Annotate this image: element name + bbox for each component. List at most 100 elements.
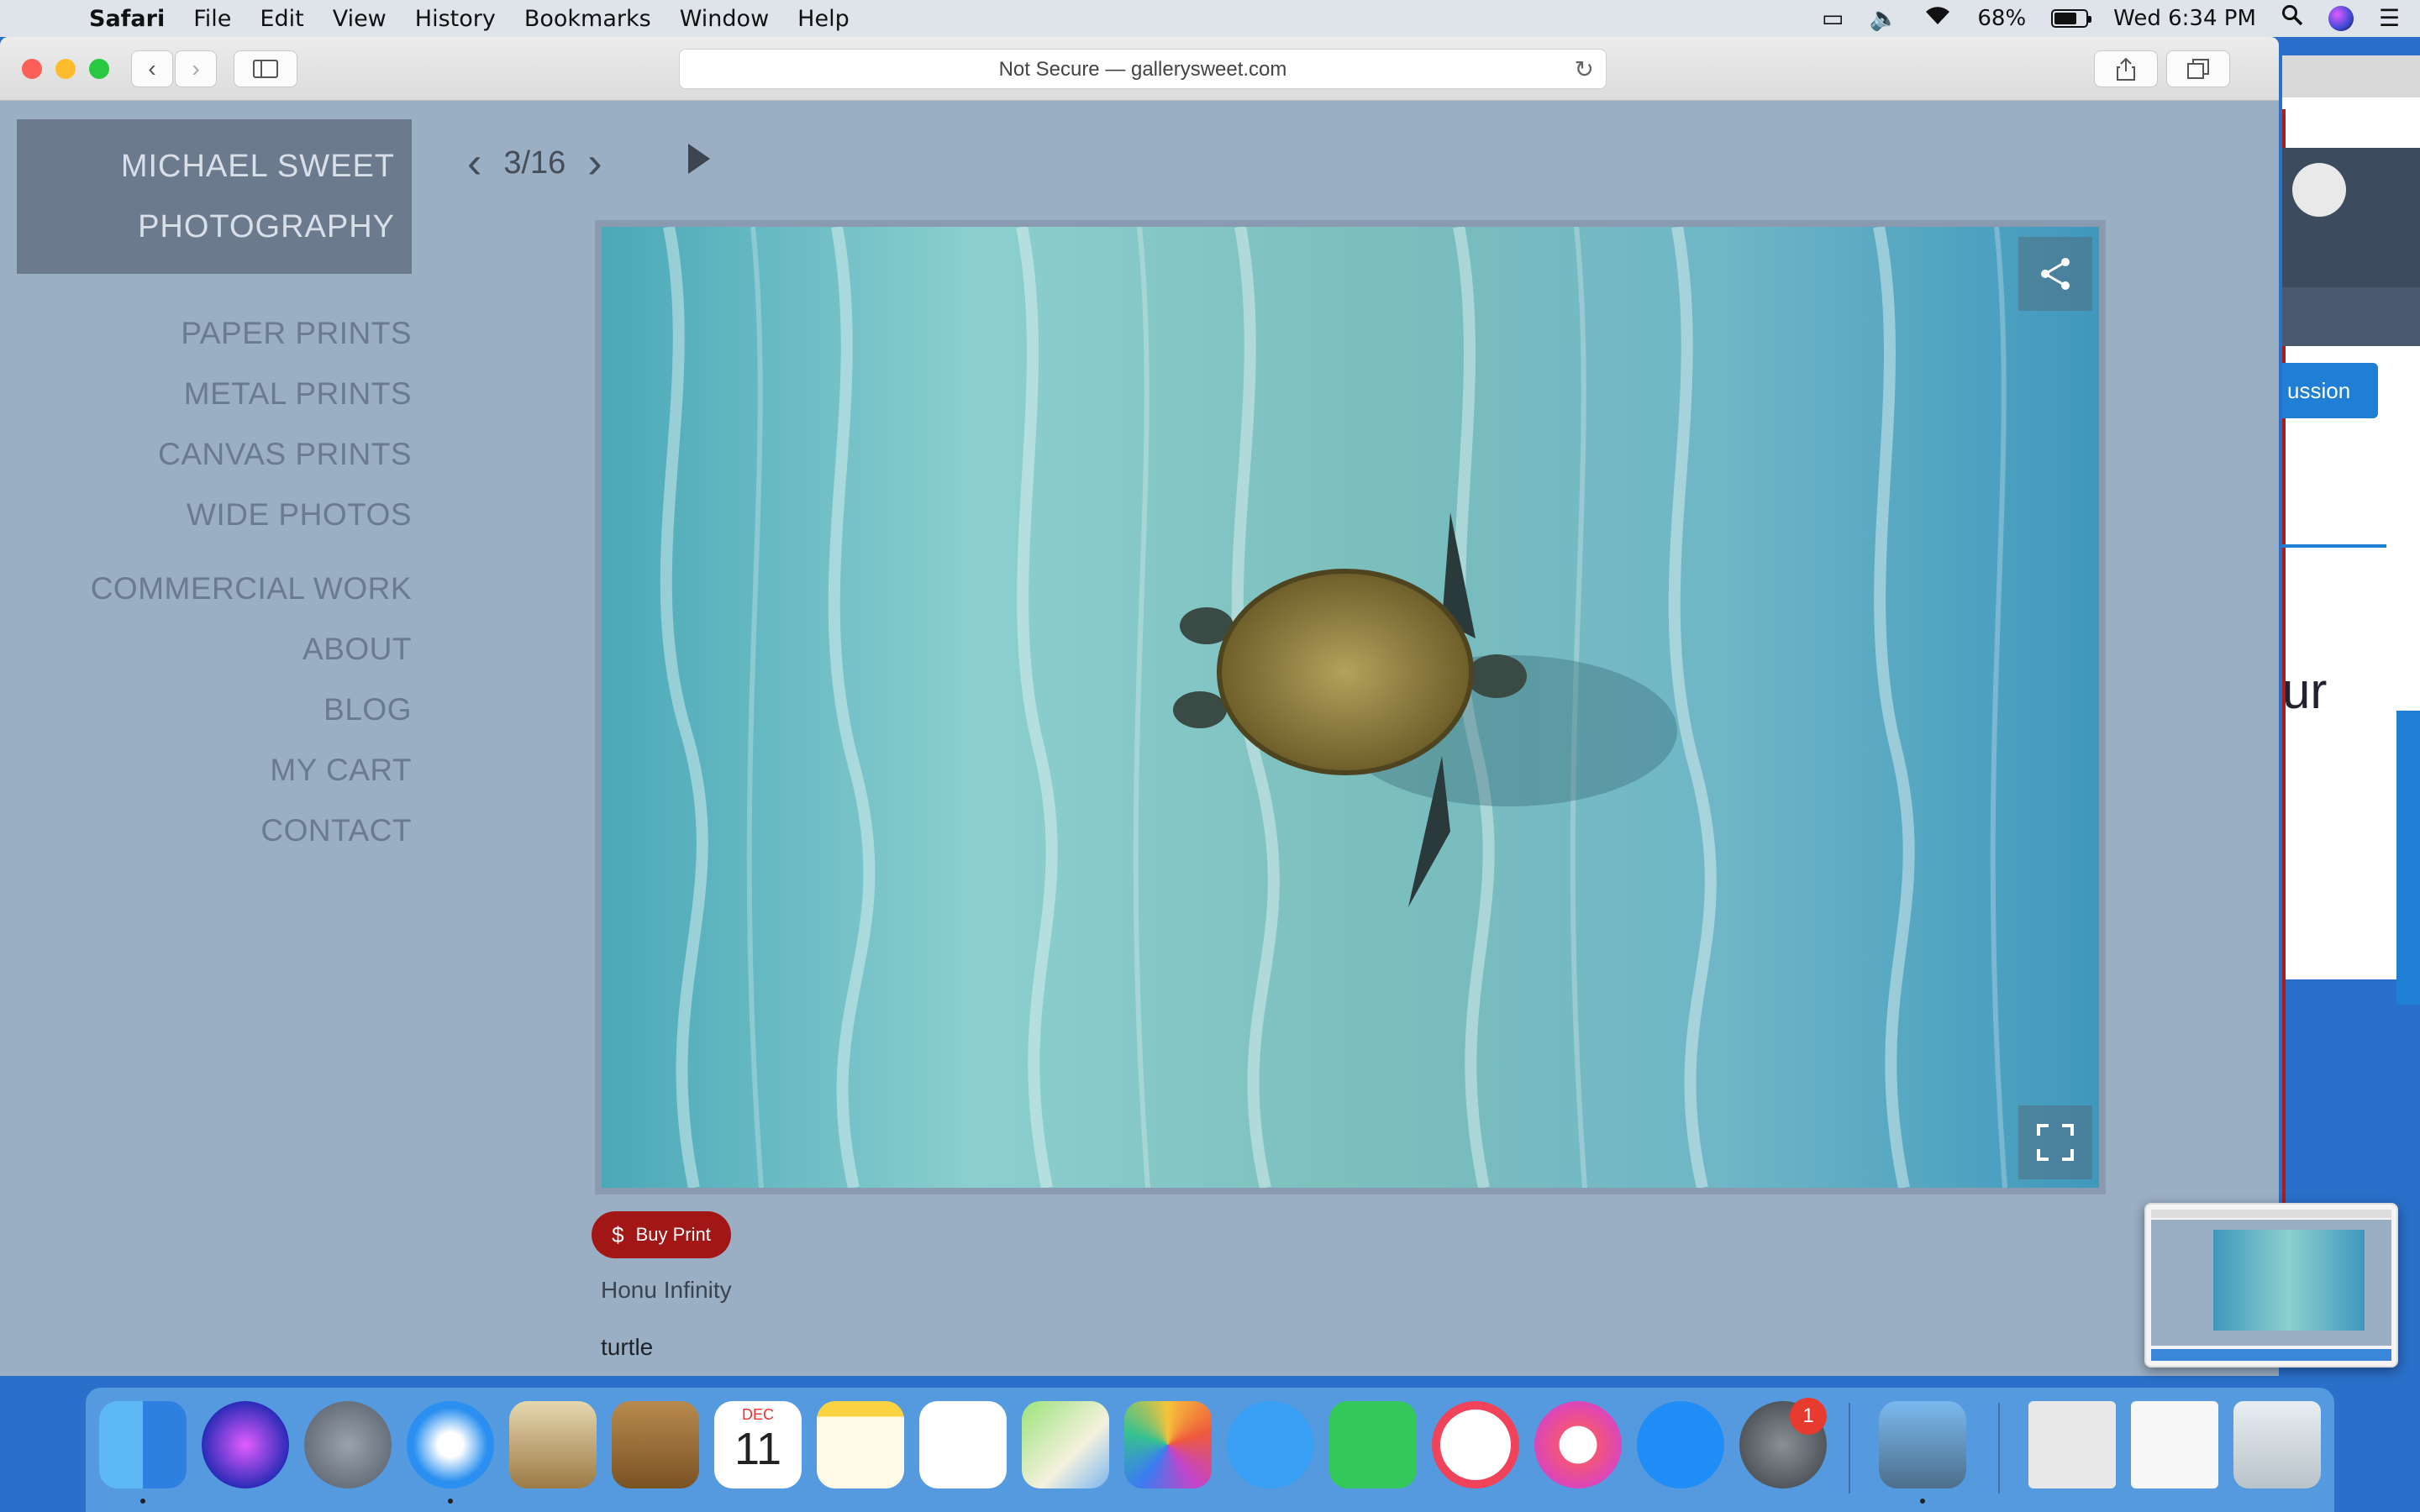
share-nodes-icon [2041, 258, 2070, 290]
menu-view[interactable]: View [333, 6, 387, 32]
preview-icon[interactable] [1879, 1401, 1966, 1488]
safari-window: ‹ › Not Secure — gallerysweet.com ↻ + MI… [0, 37, 2279, 1376]
notification-center-icon[interactable]: ☰ [2379, 0, 2400, 37]
nav-commercial-work[interactable]: COMMERCIAL WORK [91, 571, 412, 606]
share-button[interactable] [2094, 50, 2158, 87]
thumbnail-photo [2213, 1230, 2365, 1331]
share-icon [2117, 57, 2135, 81]
siri-dock-icon[interactable] [202, 1401, 289, 1488]
maps-icon[interactable] [1022, 1401, 1109, 1488]
close-window-button[interactable] [22, 59, 42, 79]
safari-running-indicator [448, 1499, 453, 1504]
menu-bookmarks[interactable]: Bookmarks [524, 6, 651, 32]
menubar-clock[interactable]: Wed 6:34 PM [2113, 6, 2256, 31]
thumbnail-toolbar [2151, 1210, 2391, 1218]
previous-photo-button[interactable]: ‹ [467, 138, 481, 188]
mail-icon[interactable] [509, 1401, 597, 1488]
photos-icon[interactable] [1124, 1401, 1212, 1488]
menu-window[interactable]: Window [680, 6, 769, 32]
safari-compass-icon[interactable] [407, 1401, 494, 1488]
web-page: MICHAEL SWEET PHOTOGRAPHY PAPER PRINTS M… [0, 101, 2279, 1376]
nav-canvas-prints[interactable]: CANVAS PRINTS [158, 437, 412, 472]
photo-counter: 3/16 [503, 144, 566, 181]
wifi-icon[interactable] [1923, 0, 1952, 37]
siri-icon[interactable] [2328, 6, 2354, 31]
minimize-window-button[interactable] [55, 59, 76, 79]
launchpad-icon[interactable] [304, 1401, 392, 1488]
calendar-icon[interactable]: DEC 11 [714, 1401, 802, 1488]
airplay-icon[interactable]: ▭ [1822, 0, 1844, 37]
trash-icon[interactable] [2233, 1401, 2321, 1488]
document-stack-icon[interactable] [2028, 1401, 2116, 1488]
menu-app-name[interactable]: Safari [89, 6, 165, 32]
nav-contact[interactable]: CONTACT [260, 813, 412, 848]
avatar[interactable] [2292, 163, 2346, 217]
notes-icon[interactable] [817, 1401, 904, 1488]
photo-title: Honu Infinity [601, 1277, 732, 1303]
fullscreen-button[interactable] [2018, 1105, 2092, 1179]
music-icon[interactable] [1534, 1401, 1622, 1488]
messages-icon[interactable] [1227, 1401, 1314, 1488]
browser-toolbar: ‹ › Not Secure — gallerysweet.com ↻ + [0, 37, 2279, 134]
discussion-button[interactable]: ussion [2282, 363, 2378, 418]
facetime-icon[interactable] [1329, 1401, 1417, 1488]
news-icon[interactable] [1432, 1401, 1519, 1488]
reminders-icon[interactable] [919, 1401, 1007, 1488]
dock-divider-2 [1998, 1403, 2000, 1494]
tab-overview-button[interactable] [2166, 50, 2230, 87]
sidebar-toggle-button[interactable] [234, 50, 297, 87]
finder-icon[interactable] [99, 1401, 187, 1488]
thumbnail-dock [2151, 1349, 2391, 1361]
menu-file[interactable]: File [193, 6, 231, 32]
buy-print-label: Buy Print [635, 1224, 711, 1245]
calendar-day: 11 [734, 1424, 782, 1474]
tab-underline [2282, 544, 2386, 548]
nav-metal-prints[interactable]: METAL PRINTS [184, 376, 412, 412]
blue-stripe [2396, 711, 2420, 1005]
battery-icon[interactable] [2051, 9, 2092, 28]
chevron-right-icon: › [192, 55, 200, 81]
background-window[interactable]: ussion ur [2282, 55, 2420, 1210]
back-button[interactable]: ‹ [131, 50, 173, 87]
forward-button[interactable]: › [175, 50, 217, 87]
background-window-toolbar [2282, 55, 2420, 97]
contacts-icon[interactable] [612, 1401, 699, 1488]
reload-icon[interactable]: ↻ [1575, 50, 1594, 90]
zoom-window-button[interactable] [89, 59, 109, 79]
tabs-icon [2187, 59, 2209, 79]
sidebar-icon [253, 60, 278, 78]
preview-running-indicator [1920, 1499, 1925, 1504]
battery-percent[interactable]: 68% [1977, 6, 2026, 31]
spotlight-search-icon[interactable] [2281, 0, 2303, 37]
downloads-stack-icon[interactable] [2131, 1401, 2218, 1488]
menu-help[interactable]: Help [797, 6, 850, 32]
heading-fragment: ur [2282, 663, 2328, 719]
finder-running-indicator [140, 1499, 145, 1504]
address-bar[interactable]: Not Secure — gallerysweet.com ↻ [679, 49, 1607, 89]
turtle-photo-image [602, 227, 2099, 1188]
photo-keyword[interactable]: turtle [601, 1334, 653, 1361]
dock-divider [1849, 1403, 1850, 1494]
calendar-month: DEC [741, 1406, 774, 1423]
app-store-icon[interactable] [1637, 1401, 1724, 1488]
gallery-pager: ‹ 3/16 › [467, 133, 712, 193]
nav-about[interactable]: ABOUT [302, 632, 412, 667]
address-text: Not Secure — gallerysweet.com [998, 58, 1287, 81]
nav-my-cart[interactable]: MY CART [270, 753, 412, 788]
slideshow-play-button[interactable] [687, 142, 712, 184]
background-window-subheader [2282, 287, 2420, 346]
nav-wide-photos[interactable]: WIDE PHOTOS [187, 497, 412, 533]
next-photo-button[interactable]: › [587, 138, 602, 188]
menu-edit[interactable]: Edit [260, 6, 303, 32]
play-icon [687, 144, 710, 174]
volume-icon[interactable]: 🔈 [1870, 0, 1899, 37]
share-photo-button[interactable] [2018, 237, 2092, 311]
nav-paper-prints[interactable]: PAPER PRINTS [181, 316, 412, 351]
screenshot-thumbnail[interactable] [2144, 1203, 2398, 1368]
nav-blog[interactable]: BLOG [324, 692, 412, 727]
fullscreen-icon [2037, 1124, 2074, 1161]
menu-history[interactable]: History [415, 6, 496, 32]
buy-print-button[interactable]: $ Buy Print [592, 1211, 731, 1258]
gallery-photo[interactable] [602, 227, 2099, 1188]
dollar-icon: $ [612, 1221, 624, 1247]
